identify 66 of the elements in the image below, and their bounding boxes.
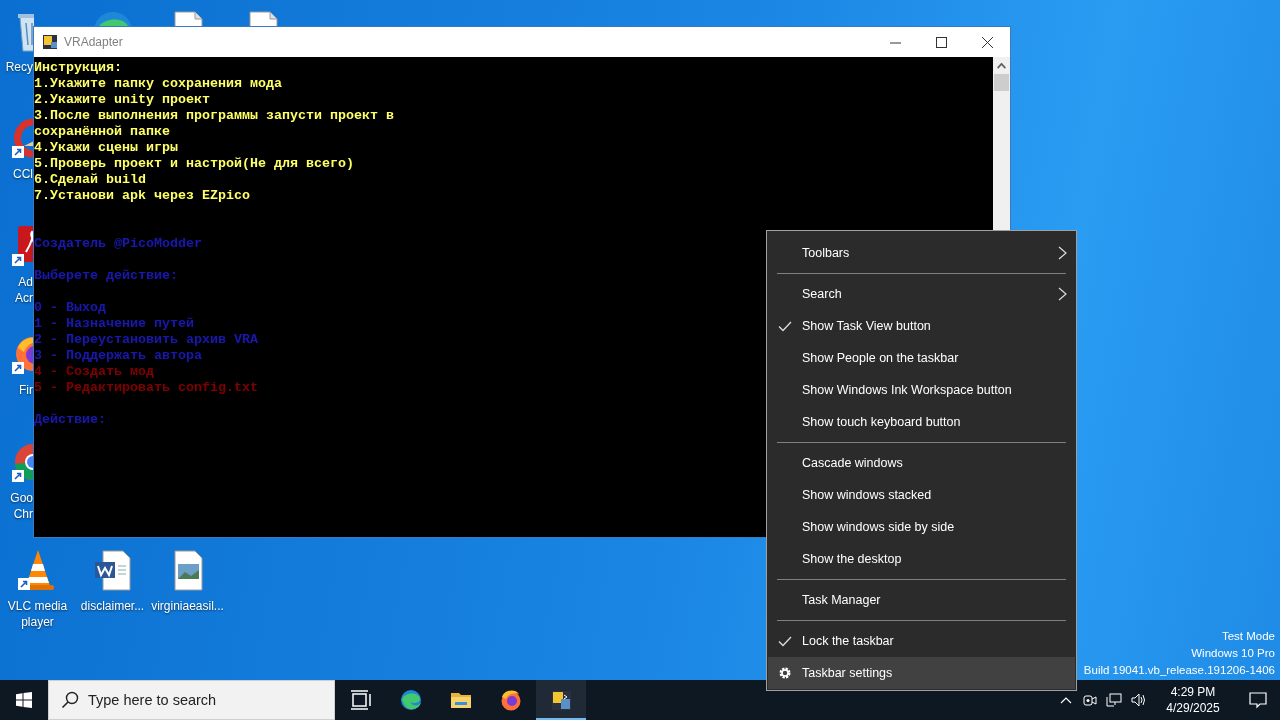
console-text: Инструкция: [34, 60, 122, 76]
menu-item[interactable]: Lock the taskbar [768, 625, 1075, 657]
console-text: Создатель @PicoModder [34, 236, 202, 252]
volume-icon[interactable] [1130, 692, 1146, 708]
search-field[interactable]: Type here to search [48, 680, 335, 720]
console-text: 3.После выполнения программы запусти проект в [34, 108, 394, 124]
menu-item[interactable]: Taskbar settings [768, 657, 1075, 689]
console-text: 4 - Создать мод [34, 364, 154, 380]
camera-icon[interactable] [1082, 692, 1098, 708]
console-text: Выберете действие: [34, 268, 178, 284]
menu-item[interactable]: Search [768, 278, 1075, 310]
menu-item[interactable]: Show Task View button [768, 310, 1075, 342]
check-icon [778, 319, 792, 333]
os-watermark-text: Windows 10 Pro [1191, 646, 1275, 661]
console-text: 1.Укажите папку сохранения мода [34, 76, 282, 92]
desktop-icon-label[interactable]: VLC media player [7, 598, 68, 630]
scroll-thumb[interactable] [994, 74, 1009, 91]
desktop-icon-label[interactable]: Fir [19, 382, 33, 398]
console-text: 5 - Редактировать config.txt [34, 380, 258, 396]
menu-item[interactable]: Show windows side by side [768, 511, 1075, 543]
console-text: 6.Сделай build [34, 172, 146, 188]
terminal-app-icon [549, 688, 573, 712]
menu-item[interactable]: Cascade windows [768, 447, 1075, 479]
console-text: сохранённой папке [34, 124, 170, 140]
console-text: Действие: [34, 412, 106, 428]
desktop-icon-label[interactable]: virginiaeasil... [151, 598, 224, 614]
menu-item[interactable]: Show Windows Ink Workspace button [768, 374, 1075, 406]
console-text: 1 - Назначение путей [34, 316, 194, 332]
menu-item[interactable]: Show windows stacked [768, 479, 1075, 511]
desktop-icon-label[interactable]: CCl [13, 166, 33, 182]
os-watermark-text: Test Mode [1221, 629, 1275, 644]
edge-icon [399, 688, 423, 712]
clock[interactable]: 4:29 PM 4/29/2025 [1154, 684, 1232, 716]
menu-item[interactable]: Show the desktop [768, 543, 1075, 575]
app-icon [42, 34, 58, 50]
firefox-icon [499, 688, 523, 712]
network-icon[interactable] [1106, 692, 1122, 708]
console-text: 4.Укажи сцены игры [34, 140, 178, 156]
console-text: 3 - Поддержать автора [34, 348, 202, 364]
desktop-icon-label[interactable]: Recy [5, 59, 33, 75]
taskbar-app-button[interactable] [536, 680, 586, 720]
menu-item[interactable]: Task Manager [768, 584, 1075, 616]
desktop-icon-label[interactable]: Ad Acr [15, 274, 33, 306]
check-icon [778, 634, 792, 648]
search-icon [61, 691, 79, 709]
scroll-up-icon[interactable] [997, 62, 1006, 69]
os-watermark-text: Build 19041.vb_release.191206-1406 [1083, 663, 1275, 678]
window-title: VRAdapter [64, 35, 124, 49]
menu-item[interactable]: Show touch keyboard button [768, 406, 1075, 438]
chevron-right-icon [1058, 246, 1067, 260]
console-text: 0 - Выход [34, 300, 106, 316]
menu-item[interactable]: Toolbars [768, 237, 1075, 269]
windows-logo-icon [16, 692, 32, 708]
console-text: 5.Проверь проект и настрой(Не для всего) [34, 156, 354, 172]
console-text: 2.Укажите unity проект [34, 92, 210, 108]
desktop-icon-label[interactable]: Goo Chr [10, 490, 33, 522]
close-icon[interactable] [981, 36, 993, 48]
menu-item[interactable]: Show People on the taskbar [768, 342, 1075, 374]
console-text: 2 - Переустановить архив VRA [34, 332, 258, 348]
task-view-icon [349, 688, 373, 712]
settings-icon [778, 666, 792, 680]
desktop-icon-label[interactable]: disclaimer... [80, 598, 145, 614]
console-text: 7.Установи apk через EZpico [34, 188, 250, 204]
notification-icon[interactable] [1249, 691, 1267, 709]
maximize-icon[interactable] [935, 36, 947, 48]
chevron-right-icon [1058, 287, 1067, 301]
